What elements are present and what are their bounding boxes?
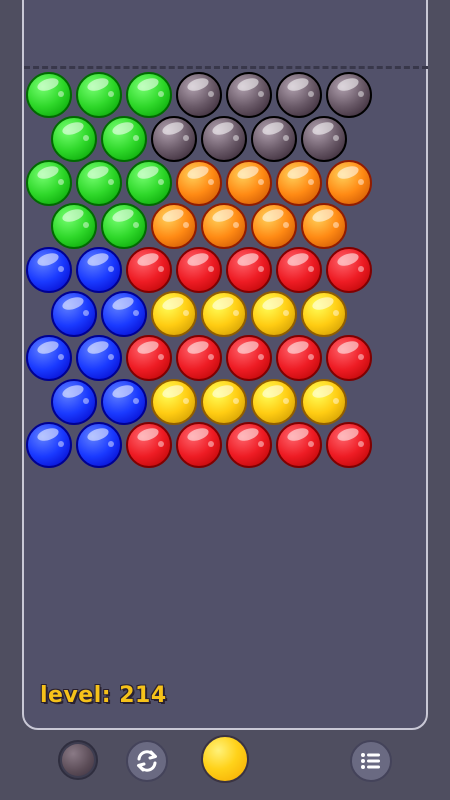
bubble-gray — [276, 72, 322, 118]
bubble-blue — [51, 378, 97, 425]
bubble-red — [226, 247, 272, 294]
bubble-red — [276, 334, 322, 381]
bubble-gray — [226, 72, 272, 118]
bubble-blue — [101, 291, 147, 337]
bubble-gray — [176, 72, 222, 118]
bubble-red — [126, 334, 172, 381]
bubble-gray — [201, 115, 247, 162]
bubble-orange — [226, 159, 272, 206]
bubble-blue — [76, 334, 122, 381]
current-shooter-bubble[interactable] — [201, 735, 249, 783]
bubble-red — [176, 334, 222, 381]
next-bubble-icon — [62, 744, 94, 776]
list-menu-icon — [361, 753, 380, 769]
bubble-green — [126, 159, 172, 206]
bubble-orange — [276, 159, 322, 206]
menu-button[interactable] — [350, 740, 392, 782]
deadline-line — [24, 66, 428, 69]
bubble-gray — [151, 115, 197, 162]
bubble-gray — [326, 72, 372, 118]
bubble-yellow — [151, 291, 197, 337]
bubble-red — [226, 334, 272, 381]
bubble-orange — [326, 159, 372, 206]
bubble-yellow — [251, 378, 297, 425]
bubble-blue — [51, 291, 97, 337]
bubble-blue — [101, 378, 147, 425]
next-bubble-preview[interactable] — [58, 740, 98, 780]
bubble-green — [76, 72, 122, 118]
bubble-red — [176, 247, 222, 294]
bubble-green — [76, 159, 122, 206]
bubble-red — [126, 247, 172, 294]
bubble-gray — [251, 115, 297, 162]
bubble-yellow — [301, 291, 347, 337]
bubble-yellow — [151, 378, 197, 425]
bubble-green — [101, 115, 147, 162]
bubble-yellow — [301, 378, 347, 425]
bubble-green — [26, 72, 72, 118]
bubble-yellow — [201, 378, 247, 425]
bubble-red — [326, 247, 372, 294]
level-label: level: 214 — [40, 683, 167, 708]
bubble-green — [126, 72, 172, 118]
bubble-blue — [26, 334, 72, 381]
bubble-blue — [26, 247, 72, 294]
bubble-green — [51, 115, 97, 162]
bubble-red — [276, 247, 322, 294]
bubble-gray — [301, 115, 347, 162]
bubble-yellow — [251, 291, 297, 337]
swap-bubble-button[interactable] — [126, 740, 168, 782]
bubble-red — [326, 334, 372, 381]
bubble-green — [26, 159, 72, 206]
bubble-yellow — [201, 291, 247, 337]
bottom-toolbar — [0, 730, 450, 800]
bubble-orange — [176, 159, 222, 206]
bubble-blue — [76, 247, 122, 294]
refresh-icon — [137, 750, 157, 772]
